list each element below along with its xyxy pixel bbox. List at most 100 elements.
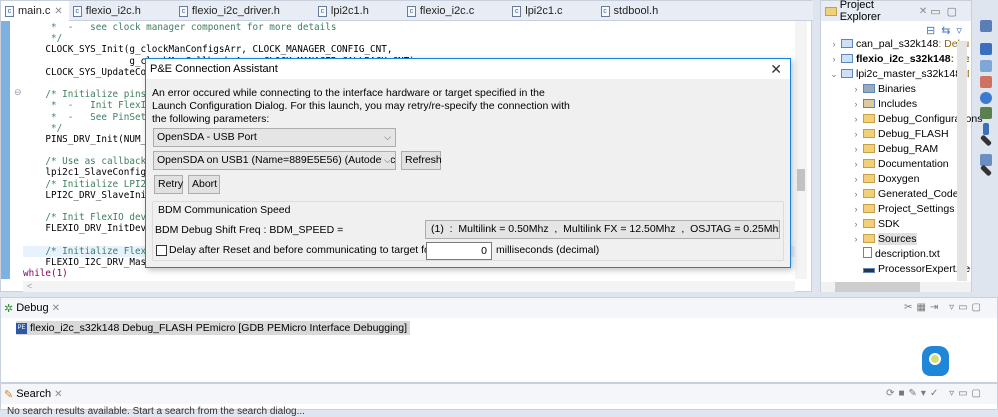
memory-icon[interactable]	[983, 123, 989, 135]
includes-icon	[863, 99, 875, 108]
tree-horizontal-scrollbar[interactable]	[821, 282, 971, 292]
pe-component-icon[interactable]	[979, 134, 993, 147]
expand-toggle-icon[interactable]: ⌄	[829, 67, 839, 82]
pe-component-icon[interactable]	[979, 164, 993, 177]
tree-item[interactable]: description.txt	[851, 247, 991, 262]
group-title: BDM Communication Speed	[156, 204, 293, 216]
c-file-icon: c	[72, 5, 82, 17]
tree-item[interactable]: ProcessorExpert.pe	[851, 262, 991, 277]
tree-item-label: Sources	[878, 233, 917, 245]
expand-toggle-icon[interactable]: ›	[851, 112, 861, 127]
folder-icon	[863, 219, 875, 228]
expand-toggle-icon[interactable]: ›	[851, 187, 861, 202]
tree-item[interactable]: › Doxygen	[851, 172, 991, 187]
refresh-button[interactable]: Refresh	[401, 151, 442, 170]
expand-toggle-icon[interactable]: ›	[829, 37, 839, 52]
debug-toolbar[interactable]: ✂▦⇥ ▿▭▢	[904, 302, 985, 313]
tab-flexio-i2c-c[interactable]: c flexio_i2c.c	[403, 1, 480, 21]
tree-item[interactable]: ›flexio_i2c_s32k148: Debu	[829, 52, 970, 67]
tree-item-label: Includes	[878, 98, 918, 110]
error-message: An error occured while connecting to the…	[152, 87, 570, 125]
port-select[interactable]: OpenSDA on USB1 (Name=889E5E56) (Autodet…	[153, 151, 396, 170]
editor-horizontal-scrollbar[interactable]: <	[23, 281, 795, 292]
expand-toggle-icon[interactable]: ›	[851, 127, 861, 142]
tree-item-label: Debug_RAM	[878, 143, 939, 155]
tree-vertical-scrollbar[interactable]	[957, 41, 967, 281]
delay-input[interactable]: 0	[426, 242, 492, 260]
tree-item[interactable]: › Sources	[851, 232, 991, 247]
tree-item[interactable]: ›can_pal_s32k148: Debug_	[829, 37, 970, 52]
tab-main-c[interactable]: c main.c ✕	[1, 1, 69, 21]
tasks-icon[interactable]	[980, 60, 992, 72]
tree-item[interactable]: › Includes	[851, 97, 991, 112]
editor-tabs: c main.c ✕ c flexio_i2c.h c flexio_i2c_driver.…	[1, 1, 813, 21]
delay-checkbox[interactable]	[156, 245, 167, 256]
expand-toggle-icon[interactable]: ›	[851, 142, 861, 157]
tab-flexio-i2c-driver-h[interactable]: c flexio_i2c_driver.h	[175, 1, 286, 21]
breakpoint-icon[interactable]	[980, 76, 992, 88]
console-icon[interactable]	[980, 107, 992, 119]
expand-toggle-icon[interactable]: ›	[851, 232, 861, 247]
folder-icon	[863, 204, 875, 213]
view-icon[interactable]	[980, 43, 992, 55]
close-icon[interactable]: ✕	[770, 61, 782, 78]
tab-label: main.c	[18, 5, 51, 17]
tab-stdbool-h[interactable]: c stdbool.h	[597, 1, 665, 21]
restore-icon[interactable]	[980, 20, 992, 32]
tree-item[interactable]: › Documentation	[851, 157, 991, 172]
pemicro-icon: PE	[16, 322, 27, 334]
pe-file-icon	[863, 268, 875, 273]
speed-select[interactable]: (1) : Multilink = 0.50Mhz , Multilink FX…	[425, 220, 780, 239]
interface-select[interactable]: OpenSDA - USB Port ⌵	[153, 128, 396, 147]
expand-toggle-icon[interactable]: ›	[851, 157, 861, 172]
tab-label: flexio_i2c.c	[419, 5, 475, 17]
debug-tab[interactable]: ✲ Debug ✕	[1, 298, 997, 318]
search-toolbar[interactable]: ⟳■✎▾✓ ▿▭▢	[886, 388, 985, 399]
fold-collapse-icon[interactable]: ⊖	[14, 87, 22, 98]
search-tab[interactable]: ✎ Search ✕	[1, 384, 997, 404]
collapse-all-icon[interactable]: ⊟⇆▿	[926, 24, 968, 37]
binaries-icon	[863, 84, 875, 93]
abort-button[interactable]: Abort	[188, 175, 220, 194]
expand-toggle-icon[interactable]: ›	[851, 202, 861, 217]
close-icon[interactable]: ✕	[54, 389, 62, 400]
tree-item-label: Doxygen	[878, 173, 920, 185]
outline-icon[interactable]	[980, 154, 992, 166]
tab-label: lpi2c1.c	[525, 5, 563, 17]
tab-label: flexio_i2c.h	[85, 5, 141, 17]
tree-item[interactable]: › SDK	[851, 217, 991, 232]
tab-lpi2c1-h[interactable]: c lpi2c1.h	[314, 1, 375, 21]
tree-item[interactable]: › Debug_RAM	[851, 142, 991, 157]
tree-item-label: flexio_i2c_s32k148	[856, 53, 951, 65]
c-file-icon: c	[600, 5, 610, 17]
retry-button[interactable]: Retry	[154, 175, 183, 194]
expand-toggle-icon[interactable]: ›	[851, 217, 861, 232]
close-icon[interactable]: ✕	[52, 303, 60, 314]
tree-item[interactable]: › Generated_Code	[851, 187, 991, 202]
tab-flexio-i2c-h[interactable]: c flexio_i2c.h	[69, 1, 147, 21]
expand-toggle-icon[interactable]: ›	[851, 172, 861, 187]
folder-icon	[863, 174, 875, 183]
expand-toggle-icon[interactable]: ›	[829, 52, 839, 67]
code-line: while(1)	[23, 268, 68, 279]
editor-vertical-scrollbar[interactable]	[795, 21, 807, 279]
expand-toggle-icon[interactable]: ›	[851, 82, 861, 97]
tree-item[interactable]: › Project_Settings	[851, 202, 991, 217]
project-explorer-tab[interactable]: Project Explorer ✕ ▭▢	[821, 0, 971, 23]
expand-toggle-icon[interactable]: ›	[851, 97, 861, 112]
minimize-maximize-icons[interactable]: ▭▢	[930, 5, 963, 18]
close-icon[interactable]: ✕	[919, 6, 927, 17]
tab-lpi2c1-c[interactable]: c lpi2c1.c	[508, 1, 568, 21]
tree-item[interactable]: › Binaries	[851, 82, 991, 97]
tree-item[interactable]: › Debug_FLASH	[851, 127, 991, 142]
right-toolbar	[975, 0, 998, 292]
close-icon[interactable]: ✕	[54, 6, 62, 17]
search-icon: ✎	[4, 388, 14, 401]
tree-item[interactable]: › Debug_Configurations	[851, 112, 991, 127]
run-icon[interactable]	[980, 92, 992, 104]
tree-item[interactable]: ⌄lpi2c_master_s32k148: De	[829, 67, 969, 82]
c-file-icon: c	[5, 5, 14, 17]
editor-scroll-thumb[interactable]	[797, 169, 805, 191]
debug-session-item[interactable]: PE flexio_i2c_s32k148 Debug_FLASH PEmicr…	[16, 321, 411, 335]
folder-icon	[863, 189, 875, 198]
